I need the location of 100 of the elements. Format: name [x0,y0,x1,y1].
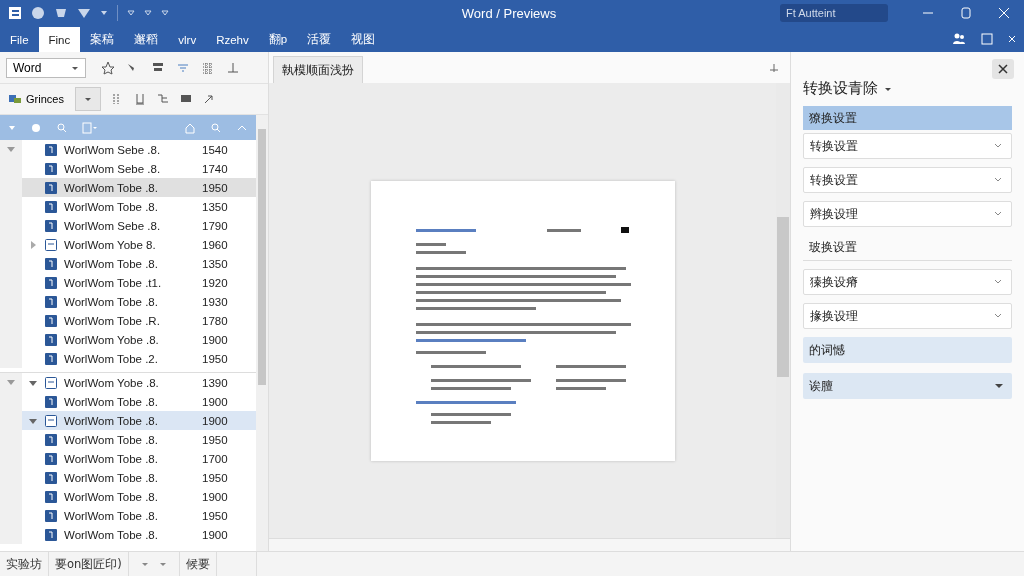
ribbon-tab[interactable]: Rzehv [206,27,259,52]
redo-icon[interactable] [77,6,91,20]
close-icon[interactable] [998,7,1010,19]
file-name: WorlWom Tobe .8. [64,181,159,194]
search-icon[interactable] [56,121,68,134]
document-icon [44,199,58,214]
scroll-thumb[interactable] [258,129,266,385]
tag-icon[interactable] [30,121,42,134]
ribbon-tab[interactable]: File [0,27,39,52]
chevron-down-icon [993,176,1003,184]
settings-dropdown[interactable]: 诶膻 [803,373,1012,399]
pin-icon[interactable] [768,61,780,74]
ribbon-tab[interactable]: vlrv [168,27,207,52]
close-icon[interactable] [1008,35,1016,43]
settings-dropdown[interactable]: 獉换设瘠 [803,269,1012,295]
file-row[interactable]: WorlWom Tobe .8. 1930 [0,292,256,311]
undo-icon[interactable] [54,6,68,20]
chevron-down-icon [993,142,1003,150]
home-icon[interactable] [184,121,196,134]
window-icon[interactable] [980,32,994,46]
view-icon[interactable] [82,121,98,134]
ribbon-tab[interactable]: 邂稻 [124,27,169,52]
group-caret-icon[interactable] [6,145,16,154]
star-icon[interactable] [101,60,115,75]
chevron-down-icon [993,210,1003,218]
ribbon-tab[interactable]: 视图 [341,27,386,52]
settings-field[interactable]: 玻换设置 [803,235,1012,261]
document-icon [44,237,58,252]
horizontal-scrollbar[interactable] [269,538,790,551]
group-caret-icon[interactable] [6,378,16,387]
document-icon [44,432,58,447]
ribbon-tab[interactable]: 活覆 [297,27,342,52]
file-name: WorlWom Tobe .8. [64,433,159,446]
search-field[interactable]: Ft Autteint [780,4,888,22]
file-row[interactable]: WorlWom Tobe .t1. 1920 [0,273,256,292]
settings-note[interactable]: 的词憾 [803,337,1012,363]
file-row[interactable]: WorlWom Yobe 8. 1960 [0,235,256,254]
file-row[interactable]: WorlWom Tobe .8. 1950 [0,178,256,197]
file-row[interactable]: WorlWom Tobe .8. 1950 [0,506,256,525]
file-row[interactable]: WorlWom Yobe .8. 1390 [0,373,256,392]
caret-icon[interactable] [127,9,135,17]
document-icon [44,294,58,309]
caret-icon[interactable] [144,9,152,17]
file-name: WorlWom Tobe .8. [64,395,159,408]
file-year: 1930 [202,295,229,308]
file-row[interactable]: WorlWom Tobe .8. 1900 [0,392,256,411]
document-icon [44,451,58,466]
file-row[interactable]: WorlWom Tobe .8. 1950 [0,468,256,487]
images-icon [8,92,22,106]
scroll-thumb[interactable] [777,217,789,377]
file-row[interactable]: WorlWom Sebe .8. 1790 [0,216,256,235]
file-row[interactable]: WorlWom Tobe .8. 1900 [0,487,256,506]
caret-icon[interactable] [161,9,169,17]
ribbon-tab[interactable]: 案稿 [80,27,125,52]
settings-item[interactable]: 獠换设置 [803,106,1012,130]
people-icon[interactable] [952,32,966,46]
file-row[interactable]: WorlWom Yobe .8. 1900 [0,330,256,349]
document-icon [44,394,58,409]
file-row[interactable]: WorlWom Tobe .R. 1780 [0,311,256,330]
file-name: WorlWom Tobe .2. [64,352,159,365]
chevron-down-icon [993,312,1003,320]
status-item: 实验坊 [0,552,49,576]
restore-icon[interactable] [960,7,972,19]
ribbon-tab[interactable]: 翻p [258,27,298,52]
file-row[interactable]: WorlWom Tobe .8. 1950 [0,430,256,449]
chevron-down-icon [993,278,1003,286]
file-name: WorlWom Tobe .8. [64,295,159,308]
save-icon[interactable] [31,6,45,20]
close-icon [998,64,1008,74]
search-icon[interactable] [210,121,222,134]
file-row[interactable]: WorlWom Tobe .2. 1950 [0,349,256,368]
document-icon [44,218,58,233]
file-name: WorlWom Yobe 8. [64,238,157,251]
file-row[interactable]: WorlWom Tobe .8. 1900 [0,525,256,544]
caret-icon[interactable] [100,9,108,17]
settings-dropdown[interactable]: 转换设置 [803,133,1012,159]
ribbon-tab[interactable]: Finc [38,27,81,52]
file-row[interactable]: WorlWom Tobe .8. 1700 [0,449,256,468]
document-tab[interactable]: 執模顺面浅扮 [273,56,363,83]
file-row[interactable]: WorlWom Tobe .8. 1350 [0,254,256,273]
settings-dropdown[interactable]: 掾换设理 [803,303,1012,329]
close-button[interactable] [992,59,1014,79]
file-row[interactable]: WorlWom Sebe .8. 1740 [0,159,256,178]
file-year: 1950 [202,181,229,194]
file-row[interactable]: WorlWom Tobe .8. 1900 [0,411,256,430]
settings-dropdown[interactable]: 转换设置 [803,167,1012,193]
grid-icon[interactable] [201,60,215,75]
document-icon [44,508,58,523]
settings-dropdown[interactable]: 辫换设理 [803,201,1012,227]
scrollbar[interactable] [256,115,268,551]
file-year: 1350 [202,200,229,213]
file-row[interactable]: WorlWom Tobe .8. 1350 [0,197,256,216]
file-year: 1350 [202,257,229,270]
style-dropdown[interactable]: Word [6,57,86,78]
anchor-icon[interactable] [226,60,240,75]
file-name: WorlWom Tobe .8. [64,490,159,503]
file-year: 1780 [202,314,229,327]
file-row[interactable]: WorlWom Sebe .8. 1540 [0,140,256,159]
sources-button[interactable]: Grinces [6,92,66,106]
branch-icon[interactable] [155,92,170,106]
